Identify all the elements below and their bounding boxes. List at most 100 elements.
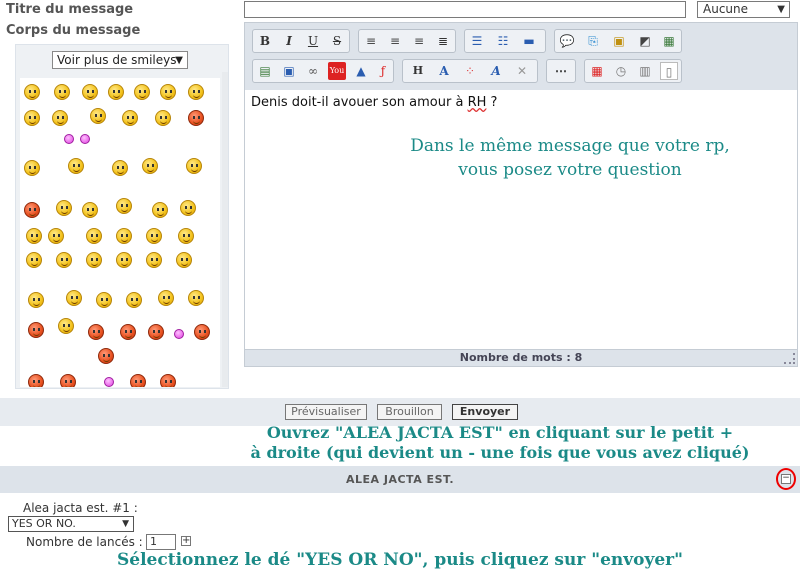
resize-grip-icon[interactable] bbox=[784, 353, 795, 364]
smiley-icon[interactable] bbox=[146, 252, 162, 268]
send-button[interactable]: Envoyer bbox=[452, 404, 518, 420]
hide-icon[interactable]: ◩ bbox=[636, 32, 654, 50]
title-input[interactable] bbox=[244, 1, 686, 18]
code-icon[interactable]: ⎘ bbox=[584, 32, 602, 50]
smiley-icon[interactable] bbox=[24, 110, 40, 126]
message-editor[interactable]: B I U S ≡ ≡ ≡ ≣ ☰ ☷ ▬ 💬 ⎘ ▣ ◩ ▦ ▤ ▣ ∞ Yo bbox=[244, 22, 798, 367]
more-options-icon[interactable]: ⋯ bbox=[552, 62, 570, 80]
align-center-icon[interactable]: ≡ bbox=[386, 32, 404, 50]
smiley-icon[interactable] bbox=[116, 228, 132, 244]
more-smileys-select[interactable]: Voir plus de smileys ▼ bbox=[52, 51, 188, 69]
smiley-icon[interactable] bbox=[116, 198, 132, 214]
editor-content[interactable]: Denis doit-il avouer son amour à RH ? bbox=[251, 95, 497, 110]
smiley-icon[interactable] bbox=[146, 228, 162, 244]
smiley-icon[interactable] bbox=[24, 202, 40, 218]
smiley-scrollbar[interactable] bbox=[222, 72, 228, 387]
smiley-icon[interactable] bbox=[80, 134, 90, 144]
spoiler-icon[interactable]: ▣ bbox=[610, 32, 628, 50]
smiley-icon[interactable] bbox=[116, 252, 132, 268]
smiley-icon[interactable] bbox=[160, 374, 176, 387]
bold-button[interactable]: B bbox=[256, 32, 274, 50]
smiley-icon[interactable] bbox=[160, 84, 176, 100]
quote-icon[interactable]: 💬 bbox=[558, 32, 576, 50]
smiley-icon[interactable] bbox=[176, 252, 192, 268]
italic-button[interactable]: I bbox=[280, 32, 298, 50]
smiley-icon[interactable] bbox=[86, 252, 102, 268]
smiley-icon[interactable] bbox=[56, 252, 72, 268]
smiley-icon[interactable] bbox=[58, 318, 74, 334]
draft-button[interactable]: Brouillon bbox=[377, 404, 442, 420]
smiley-icon[interactable] bbox=[48, 228, 64, 244]
table-icon[interactable]: ▦ bbox=[660, 32, 678, 50]
youtube-icon[interactable]: You bbox=[328, 62, 346, 80]
image-icon[interactable]: ▤ bbox=[256, 62, 274, 80]
smiley-icon[interactable] bbox=[68, 158, 84, 174]
smiley-icon[interactable] bbox=[126, 292, 142, 308]
smiley-icon[interactable] bbox=[28, 292, 44, 308]
smiley-icon[interactable] bbox=[60, 374, 76, 387]
smiley-icon[interactable] bbox=[122, 110, 138, 126]
smiley-icon[interactable] bbox=[56, 200, 72, 216]
source-mode-icon[interactable]: ▯ bbox=[660, 62, 678, 80]
smiley-icon[interactable] bbox=[24, 84, 40, 100]
font-family-button[interactable]: A bbox=[487, 62, 505, 80]
smiley-icon[interactable] bbox=[86, 228, 102, 244]
smiley-icon[interactable] bbox=[134, 84, 150, 100]
dice-select[interactable]: YES OR NO. ▼ bbox=[8, 516, 134, 532]
smiley-icon[interactable] bbox=[142, 158, 158, 174]
smiley-icon[interactable] bbox=[82, 202, 98, 218]
paste-icon[interactable]: ▥ bbox=[636, 62, 654, 80]
smiley-icon[interactable] bbox=[194, 324, 210, 340]
alea-section-header[interactable]: ALEA JACTA EST. bbox=[0, 466, 800, 493]
add-dice-button[interactable]: + bbox=[181, 536, 191, 546]
smiley-icon[interactable] bbox=[188, 110, 204, 126]
smiley-icon[interactable] bbox=[98, 348, 114, 364]
dailymotion-icon[interactable]: ▲ bbox=[352, 62, 370, 80]
preview-button[interactable]: Prévisualiser bbox=[285, 404, 367, 420]
link-icon[interactable]: ∞ bbox=[304, 62, 322, 80]
smiley-icon[interactable] bbox=[152, 202, 168, 218]
smiley-icon[interactable] bbox=[82, 84, 98, 100]
font-size-button[interactable]: A bbox=[435, 62, 453, 80]
history-icon[interactable]: ◷ bbox=[612, 62, 630, 80]
smiley-icon[interactable] bbox=[54, 84, 70, 100]
bullet-list-icon[interactable]: ☰ bbox=[468, 32, 486, 50]
calendar-icon[interactable]: ▦ bbox=[588, 62, 606, 80]
smiley-icon[interactable] bbox=[148, 324, 164, 340]
horizontal-rule-icon[interactable]: ▬ bbox=[520, 32, 538, 50]
smiley-icon[interactable] bbox=[66, 290, 82, 306]
smiley-icon[interactable] bbox=[28, 322, 44, 338]
smiley-icon[interactable] bbox=[24, 160, 40, 176]
smiley-icon[interactable] bbox=[180, 200, 196, 216]
smiley-icon[interactable] bbox=[158, 290, 174, 306]
smiley-icon[interactable] bbox=[178, 228, 194, 244]
smiley-icon[interactable] bbox=[28, 374, 44, 387]
smiley-icon[interactable] bbox=[90, 108, 106, 124]
smiley-icon[interactable] bbox=[88, 324, 104, 340]
align-justify-icon[interactable]: ≣ bbox=[434, 32, 452, 50]
heading-button[interactable]: H bbox=[409, 62, 427, 80]
smiley-icon[interactable] bbox=[26, 228, 42, 244]
host-image-icon[interactable]: ▣ bbox=[280, 62, 298, 80]
smiley-icon[interactable] bbox=[155, 110, 171, 126]
smiley-icon[interactable] bbox=[26, 252, 42, 268]
font-select[interactable]: Aucune ▼ bbox=[697, 1, 790, 18]
smiley-icon[interactable] bbox=[104, 377, 114, 387]
smiley-icon[interactable] bbox=[120, 324, 136, 340]
underline-button[interactable]: U bbox=[304, 32, 322, 50]
smiley-icon[interactable] bbox=[186, 158, 202, 174]
smiley-icon[interactable] bbox=[108, 84, 124, 100]
smiley-icon[interactable] bbox=[52, 110, 68, 126]
align-left-icon[interactable]: ≡ bbox=[362, 32, 380, 50]
smiley-icon[interactable] bbox=[188, 84, 204, 100]
align-right-icon[interactable]: ≡ bbox=[410, 32, 428, 50]
numbered-list-icon[interactable]: ☷ bbox=[494, 32, 512, 50]
flash-icon[interactable]: ƒ bbox=[374, 62, 392, 80]
smiley-icon[interactable] bbox=[174, 329, 184, 339]
clear-format-icon[interactable]: ✕ bbox=[513, 62, 531, 80]
smiley-icon[interactable] bbox=[188, 290, 204, 306]
smiley-icon[interactable] bbox=[64, 134, 74, 144]
strike-button[interactable]: S bbox=[328, 32, 346, 50]
smiley-icon[interactable] bbox=[130, 374, 146, 387]
color-palette-icon[interactable]: ⁘ bbox=[461, 62, 479, 80]
